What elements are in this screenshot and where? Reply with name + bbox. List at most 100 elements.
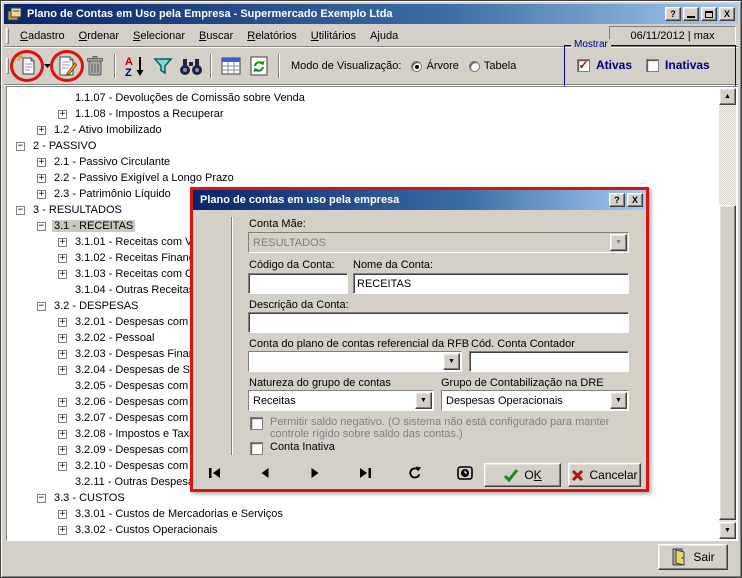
tree-row[interactable]: +1.2 - Ativo Imobilizado bbox=[8, 122, 719, 138]
toolbar-grip[interactable] bbox=[6, 58, 9, 74]
nav-next-icon[interactable] bbox=[303, 463, 327, 483]
expand-icon[interactable]: + bbox=[58, 334, 67, 343]
nav-first-icon[interactable] bbox=[203, 463, 227, 483]
tree-row[interactable]: −2 - PASSIVO bbox=[8, 138, 719, 154]
edit-record-icon[interactable] bbox=[53, 52, 81, 80]
menu-item-selecionar[interactable]: Selecionar bbox=[126, 27, 192, 45]
dropdown-caret-icon[interactable] bbox=[41, 52, 53, 80]
tree-item-label[interactable]: 3 - RESULTADOS bbox=[31, 204, 124, 216]
tree-item-label[interactable]: 3.2.03 - Despesas Financ bbox=[73, 348, 202, 360]
minimize-button[interactable] bbox=[683, 7, 699, 21]
menu-item-relatrios[interactable]: Relatórios bbox=[240, 27, 304, 45]
exit-button[interactable]: Sair bbox=[658, 544, 728, 570]
refresh-icon[interactable] bbox=[245, 52, 273, 80]
expand-icon[interactable]: + bbox=[58, 430, 67, 439]
menu-item-ordenar[interactable]: Ordenar bbox=[72, 27, 126, 45]
tree-item-label[interactable]: 3.3 - CUSTOS bbox=[52, 492, 127, 504]
dialog-close-button[interactable]: X bbox=[627, 193, 643, 207]
nav-refresh-icon[interactable] bbox=[403, 463, 427, 483]
checkbox-ativas[interactable]: ✓ bbox=[577, 59, 590, 72]
dialog-help-button[interactable]: ? bbox=[609, 193, 625, 207]
menu-grip[interactable] bbox=[6, 28, 9, 44]
radio-árvore[interactable] bbox=[411, 61, 422, 72]
tree-item-label[interactable]: 3.2.06 - Despesas com V bbox=[73, 396, 201, 408]
tree-item-label[interactable]: 3.1 - RECEITAS bbox=[52, 220, 135, 232]
natureza-combo[interactable]: Receitas ▼ bbox=[248, 390, 434, 411]
nav-last-icon[interactable] bbox=[353, 463, 377, 483]
collapse-icon[interactable]: − bbox=[16, 142, 25, 151]
tree-item-label[interactable]: 3.2.02 - Pessoal bbox=[73, 332, 157, 344]
tree-item-label[interactable]: 3.3.01 - Custos de Mercadorias e Serviço… bbox=[73, 508, 285, 520]
collapse-icon[interactable]: − bbox=[37, 222, 46, 231]
scroll-thumb[interactable] bbox=[719, 205, 736, 520]
tree-item-label[interactable]: 3.3.02 - Custos Operacionais bbox=[73, 524, 219, 536]
help-button[interactable]: ? bbox=[665, 7, 681, 21]
expand-icon[interactable]: + bbox=[58, 526, 67, 535]
filter-funnel-icon[interactable] bbox=[149, 52, 177, 80]
tree-item-label[interactable]: 1.1.08 - Impostos a Recuperar bbox=[73, 108, 226, 120]
nome-input[interactable] bbox=[353, 273, 629, 294]
nav-prior-icon[interactable] bbox=[253, 463, 277, 483]
tree-item-label[interactable]: 1.2 - Ativo Imobilizado bbox=[52, 124, 164, 136]
tree-item-label[interactable]: 3.2.01 - Despesas com V bbox=[73, 316, 201, 328]
expand-icon[interactable]: + bbox=[58, 462, 67, 471]
expand-icon[interactable]: + bbox=[37, 158, 46, 167]
search-binoculars-icon[interactable] bbox=[177, 52, 205, 80]
menu-item-ajuda[interactable]: Ajuda bbox=[363, 27, 405, 45]
expand-icon[interactable]: + bbox=[58, 398, 67, 407]
tree-row[interactable]: 1.1.07 - Devoluções de Comissão sobre Ve… bbox=[8, 90, 719, 106]
expand-icon[interactable]: + bbox=[58, 270, 67, 279]
scroll-down-icon[interactable]: ▼ bbox=[719, 522, 736, 539]
chevron-down-icon[interactable]: ▼ bbox=[443, 353, 460, 370]
delete-trash-icon[interactable] bbox=[81, 52, 109, 80]
table-grid-icon[interactable] bbox=[217, 52, 245, 80]
expand-icon[interactable]: + bbox=[58, 238, 67, 247]
expand-icon[interactable]: + bbox=[58, 510, 67, 519]
tree-item-label[interactable]: 3.2.07 - Despesas com F bbox=[73, 412, 200, 424]
tree-item-label[interactable]: 2 - PASSIVO bbox=[31, 140, 98, 152]
expand-icon[interactable]: + bbox=[37, 190, 46, 199]
tree-item-label[interactable]: 2.2 - Passivo Exigível a Longo Prazo bbox=[52, 172, 236, 184]
tree-item-label[interactable]: 3.1.02 - Receitas Finance bbox=[73, 252, 202, 264]
tree-row[interactable]: +3.3.02 - Custos Operacionais bbox=[8, 522, 719, 538]
new-record-icon[interactable] bbox=[13, 52, 41, 80]
chevron-down-icon[interactable]: ▼ bbox=[415, 392, 432, 409]
collapse-icon[interactable]: − bbox=[37, 494, 46, 503]
nav-history-icon[interactable] bbox=[453, 463, 477, 483]
dre-combo[interactable]: Despesas Operacionais ▼ bbox=[441, 390, 629, 411]
expand-icon[interactable]: + bbox=[58, 110, 67, 119]
expand-icon[interactable]: + bbox=[37, 126, 46, 135]
collapse-icon[interactable]: − bbox=[16, 206, 25, 215]
maximize-button[interactable] bbox=[701, 7, 717, 21]
tree-row[interactable]: +2.2 - Passivo Exigível a Longo Prazo bbox=[8, 170, 719, 186]
tree-item-label[interactable]: 3.1.03 - Receitas com Co bbox=[73, 268, 201, 280]
expand-icon[interactable]: + bbox=[58, 446, 67, 455]
expand-icon[interactable]: + bbox=[37, 174, 46, 183]
tree-item-label[interactable]: 3.2.10 - Despesas com C bbox=[73, 460, 201, 472]
vertical-scrollbar[interactable]: ▲ ▼ bbox=[719, 88, 736, 539]
tree-item-label[interactable]: 3.2.11 - Outras Despesa bbox=[73, 476, 196, 488]
tree-item-label[interactable]: 3.1.01 - Receitas com Ve bbox=[73, 236, 200, 248]
ok-button[interactable]: OK bbox=[484, 463, 561, 487]
conta-inativa-checkbox[interactable]: Conta Inativa bbox=[250, 441, 335, 455]
tree-item-label[interactable]: 2.3 - Patrimônio Líquido bbox=[52, 188, 173, 200]
expand-icon[interactable]: + bbox=[58, 318, 67, 327]
menu-item-utilitrios[interactable]: Utilitários bbox=[304, 27, 363, 45]
tree-item-label[interactable]: 3.2.09 - Despesas com P bbox=[73, 444, 201, 456]
chevron-down-icon[interactable]: ▼ bbox=[610, 392, 627, 409]
tree-row[interactable]: +1.1.08 - Impostos a Recuperar bbox=[8, 106, 719, 122]
cancel-button[interactable]: Cancelar bbox=[568, 463, 641, 487]
expand-icon[interactable]: + bbox=[58, 414, 67, 423]
menu-item-cadastro[interactable]: Cadastro bbox=[13, 27, 72, 45]
sort-az-icon[interactable]: AZ bbox=[121, 52, 149, 80]
menu-item-buscar[interactable]: Buscar bbox=[192, 27, 240, 45]
tree-item-label[interactable]: 3.1.04 - Outras Receitas bbox=[73, 284, 196, 296]
tree-item-label[interactable]: 3.2.05 - Despesas com A bbox=[73, 380, 200, 392]
tree-row[interactable]: −3.3 - CUSTOS bbox=[8, 490, 719, 506]
tree-row[interactable]: +3.3.01 - Custos de Mercadorias e Serviç… bbox=[8, 506, 719, 522]
descricao-input[interactable] bbox=[248, 312, 629, 333]
tree-item-label[interactable]: 3.2.04 - Despesas de Só bbox=[73, 364, 198, 376]
close-button[interactable]: X bbox=[719, 7, 735, 21]
tree-item-label[interactable]: 3.2.08 - Impostos e Taxa bbox=[73, 428, 197, 440]
contador-input[interactable] bbox=[469, 351, 629, 372]
